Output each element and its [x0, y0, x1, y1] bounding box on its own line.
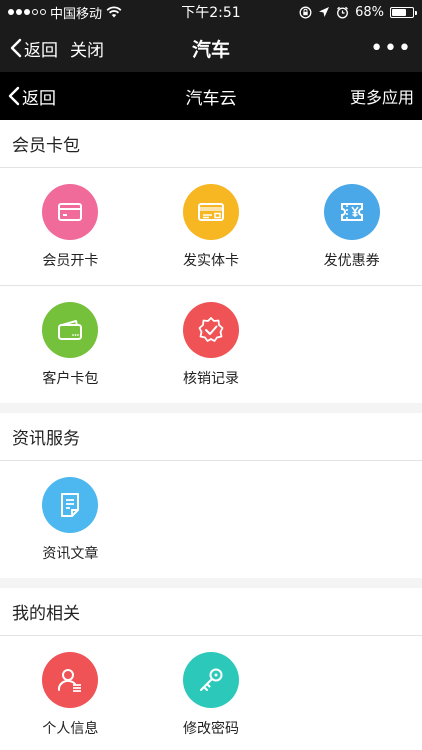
- section-title: 资讯服务: [0, 413, 422, 461]
- wechat-back-button[interactable]: 返回: [10, 36, 58, 61]
- key-icon: [182, 651, 239, 708]
- grid-item-issue-physical-card[interactable]: 发实体卡: [141, 168, 282, 285]
- grid-item-news-articles[interactable]: 资讯文章: [0, 461, 141, 578]
- grid-item-label: 客户卡包: [42, 370, 99, 387]
- alarm-icon: [337, 6, 349, 18]
- wechat-close-button[interactable]: 关闭: [70, 36, 104, 61]
- grid-row: 客户卡包 核销记录: [0, 286, 422, 403]
- grid-item-label: 发优惠券: [323, 252, 380, 269]
- grid-item-issue-coupon[interactable]: 发优惠券: [281, 168, 422, 285]
- app-back-button[interactable]: 返回: [8, 84, 56, 109]
- rotation-lock-icon: [299, 6, 312, 18]
- chevron-left-icon: [10, 38, 22, 58]
- grid-item-label: 会员开卡: [42, 252, 99, 269]
- app-back-label: 返回: [22, 88, 56, 109]
- wallet-icon: [42, 301, 99, 358]
- wechat-back-label: 返回: [24, 40, 58, 61]
- physical-card-icon: [182, 183, 239, 240]
- more-options-icon[interactable]: •••: [370, 36, 412, 61]
- grid-row: 会员开卡 发实体卡 发优惠券: [0, 168, 422, 286]
- status-left: 中国移动: [8, 3, 122, 22]
- wechat-nav-left: 返回 关闭: [10, 36, 104, 61]
- card-icon: [42, 183, 99, 240]
- grid-item-label: 修改密码: [182, 720, 239, 737]
- grid-item-change-password[interactable]: 修改密码: [141, 636, 282, 750]
- grid-item-empty: [281, 636, 422, 750]
- carrier-name: 中国移动: [50, 6, 103, 22]
- grid-item-empty: [141, 461, 282, 578]
- article-icon: [42, 476, 99, 533]
- grid-item-customer-wallet[interactable]: 客户卡包: [0, 286, 141, 403]
- wifi-icon: [106, 6, 122, 18]
- battery-fill: [392, 8, 406, 16]
- status-right: 68%: [299, 4, 417, 20]
- section-mine: 我的相关 个人信息 修改密码: [0, 588, 422, 750]
- section-membership: 会员卡包 会员开卡 发实体卡 发优惠券 客户卡包 核销记录: [0, 120, 422, 403]
- grid-item-label: 个人信息: [42, 720, 99, 737]
- grid-row: 资讯文章: [0, 461, 422, 578]
- wechat-nav-bar: 返回 关闭 汽车 •••: [0, 24, 422, 72]
- location-icon: [319, 7, 330, 17]
- grid-item-label: 核销记录: [182, 370, 239, 387]
- chevron-left-icon: [8, 86, 20, 106]
- signal-strength-icon: [8, 9, 46, 15]
- grid-row: 个人信息 修改密码: [0, 636, 422, 750]
- battery-icon: [390, 6, 417, 18]
- section-title: 会员卡包: [0, 120, 422, 168]
- section-news: 资讯服务 资讯文章: [0, 413, 422, 578]
- grid-item-empty: [281, 461, 422, 578]
- verify-badge-icon: [182, 301, 239, 358]
- app-nav-bar: 返回 汽车云 更多应用: [0, 72, 422, 120]
- grid-item-label: 资讯文章: [42, 545, 99, 562]
- coupon-icon: [323, 183, 380, 240]
- section-title: 我的相关: [0, 588, 422, 636]
- battery-percent: 68%: [355, 4, 384, 20]
- grid-item-member-open-card[interactable]: 会员开卡: [0, 168, 141, 285]
- grid-item-verification-records[interactable]: 核销记录: [141, 286, 282, 403]
- user-icon: [42, 651, 99, 708]
- grid-item-label: 发实体卡: [182, 252, 239, 269]
- grid-item-empty: [281, 286, 422, 403]
- grid-item-personal-info[interactable]: 个人信息: [0, 636, 141, 750]
- more-apps-button[interactable]: 更多应用: [350, 84, 414, 108]
- status-bar: 中国移动 下午2:51 68%: [0, 0, 422, 24]
